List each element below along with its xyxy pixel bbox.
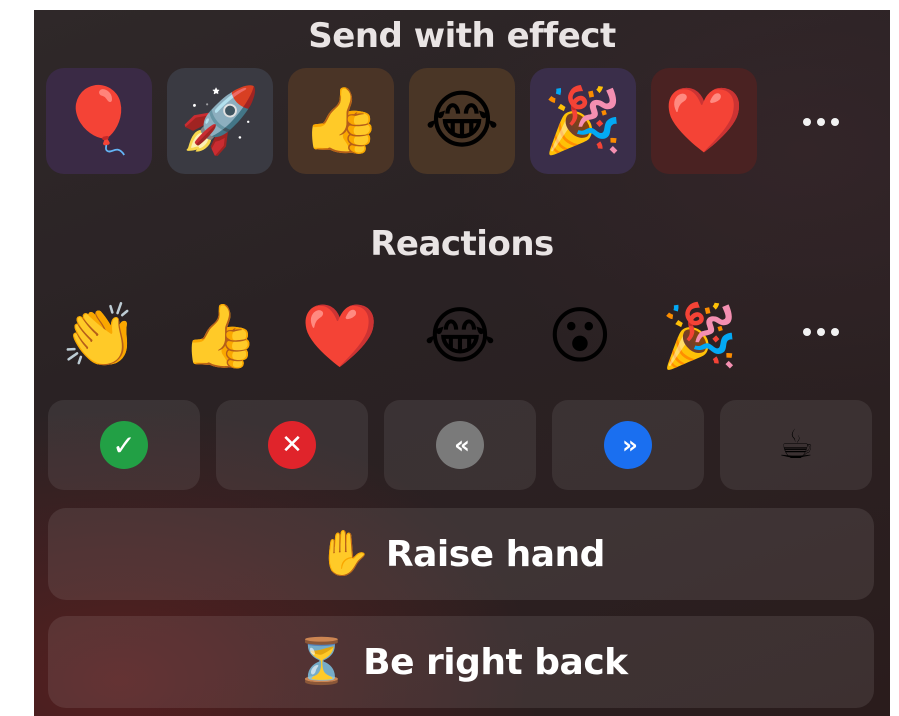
thumbs-up-icon: 👍 [301, 84, 381, 158]
effect-party-popper-button[interactable]: 🎉 [530, 68, 636, 174]
heart-icon: ❤️ [664, 84, 744, 158]
be-right-back-button[interactable]: ⏳ Be right back [48, 616, 874, 708]
reaction-thumbs-up-button[interactable]: 👍 [176, 292, 264, 380]
thumbs-up-icon: 👍 [181, 299, 259, 372]
more-icon-dot [803, 328, 811, 336]
tears-of-joy-icon: 😂 [423, 299, 497, 372]
be-right-back-label: Be right back [363, 641, 628, 683]
yes-button[interactable]: ✓ [48, 400, 200, 490]
party-popper-icon: 🎉 [661, 299, 739, 372]
effect-balloon-button[interactable]: 🎈 [46, 68, 152, 174]
raise-hand-label: Raise hand [385, 533, 606, 575]
raise-hand-button[interactable]: ✋ Raise hand [48, 508, 874, 600]
heart-icon: ❤️ [301, 299, 379, 372]
reactions-panel: Send with effect 🎈 🚀 👍 😂 🎉 ❤️ Reactions … [34, 10, 890, 716]
more-icon-dot [803, 118, 811, 126]
coffee-break-button[interactable]: ☕ [720, 400, 872, 490]
rocket-icon: 🚀 [180, 84, 260, 158]
faster-button[interactable]: ›› [552, 400, 704, 490]
effects-more-button[interactable] [791, 102, 851, 142]
send-with-effect-title: Send with effect [308, 16, 616, 56]
reaction-tears-of-joy-button[interactable]: 😂 [416, 292, 504, 380]
tears-of-joy-icon: 😂 [424, 84, 500, 158]
reactions-title: Reactions [370, 224, 554, 264]
coffee-icon: ☕ [778, 422, 814, 468]
effect-tears-of-joy-button[interactable]: 😂 [409, 68, 515, 174]
more-icon-dot [817, 328, 825, 336]
more-icon-dot [817, 118, 825, 126]
surprised-face-icon: 😮 [547, 299, 613, 372]
effect-heart-button[interactable]: ❤️ [651, 68, 757, 174]
reaction-party-popper-button[interactable]: 🎉 [656, 292, 744, 380]
hourglass-icon: ⏳ [294, 636, 350, 687]
more-icon-dot [831, 328, 839, 336]
x-icon: ✕ [268, 421, 316, 469]
no-button[interactable]: ✕ [216, 400, 368, 490]
raised-hand-icon: ✋ [317, 528, 372, 579]
reactions-more-button[interactable] [791, 312, 851, 352]
reaction-clapping-button[interactable]: 👏 [56, 292, 144, 380]
rewind-icon: ‹‹ [436, 421, 484, 469]
effect-thumbs-up-button[interactable]: 👍 [288, 68, 394, 174]
effect-rocket-button[interactable]: 🚀 [167, 68, 273, 174]
more-icon-dot [831, 118, 839, 126]
balloon-icon: 🎈 [59, 84, 139, 158]
check-icon: ✓ [100, 421, 148, 469]
slower-button[interactable]: ‹‹ [384, 400, 536, 490]
clapping-hands-icon: 👏 [61, 299, 139, 372]
reaction-surprised-button[interactable]: 😮 [536, 292, 624, 380]
fast-forward-icon: ›› [604, 421, 652, 469]
party-popper-icon: 🎉 [543, 84, 623, 158]
reaction-heart-button[interactable]: ❤️ [296, 292, 384, 380]
